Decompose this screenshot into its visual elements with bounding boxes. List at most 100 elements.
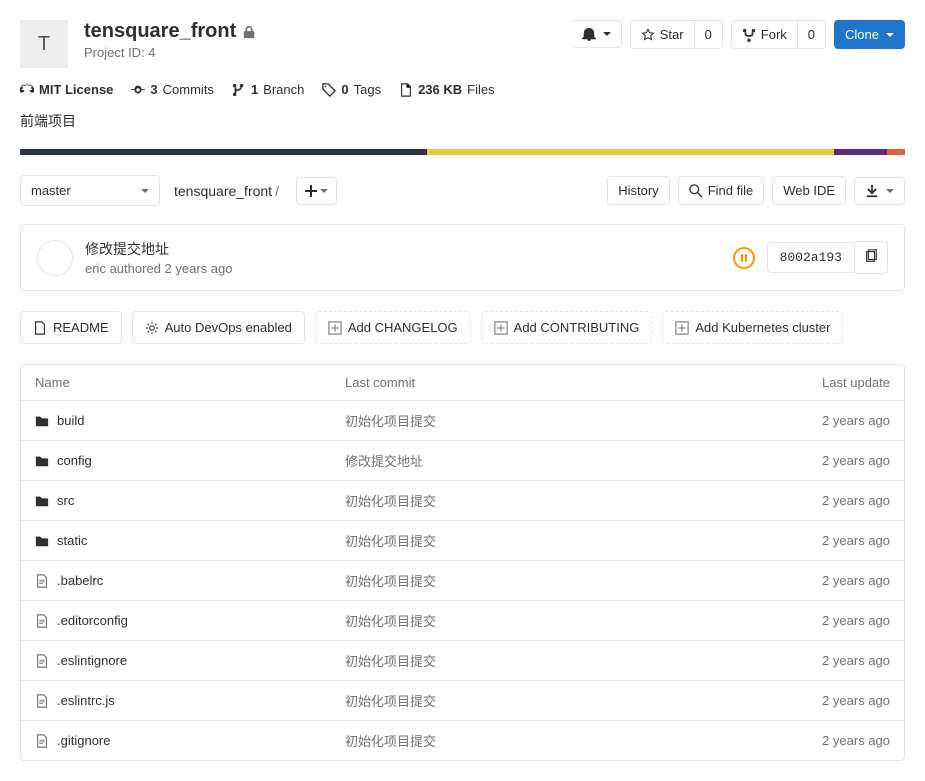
file-last-update: 2 years ago — [770, 693, 890, 708]
file-last-update: 2 years ago — [770, 653, 890, 668]
star-label: Star — [660, 27, 684, 42]
fork-button[interactable]: Fork — [731, 20, 798, 49]
commits-stat[interactable]: 3 Commits — [131, 82, 214, 97]
scale-icon — [20, 83, 34, 97]
file-last-update: 2 years ago — [770, 613, 890, 628]
license-stat[interactable]: MIT License — [20, 82, 113, 97]
file-last-update: 2 years ago — [770, 453, 890, 468]
table-row[interactable]: config 修改提交地址2 years ago — [21, 441, 904, 481]
file-last-commit[interactable]: 初始化项目提交 — [345, 651, 770, 670]
find-file-button[interactable]: Find file — [678, 176, 765, 205]
file-last-update: 2 years ago — [770, 573, 890, 588]
star-count[interactable]: 0 — [695, 20, 723, 49]
project-avatar: T — [20, 20, 68, 68]
plus-icon — [305, 185, 317, 197]
project-header: T tensquare_front Project ID: 4 Star — [20, 20, 905, 68]
auto-devops-button[interactable]: Auto DevOps enabled — [132, 311, 305, 344]
clone-label: Clone — [845, 27, 879, 42]
language-segment[interactable] — [427, 149, 834, 155]
commits-icon — [131, 83, 145, 97]
plus-square-icon — [675, 321, 689, 335]
language-segment[interactable] — [20, 149, 427, 155]
file-last-update: 2 years ago — [770, 413, 890, 428]
doc-icon — [33, 321, 47, 335]
table-row[interactable]: build 初始化项目提交2 years ago — [21, 401, 904, 441]
commit-title[interactable]: 修改提交地址 — [85, 239, 733, 259]
file-last-commit[interactable]: 修改提交地址 — [345, 451, 770, 470]
file-icon — [35, 574, 49, 588]
table-row[interactable]: src初始化项目提交2 years ago — [21, 481, 904, 521]
language-segment[interactable] — [834, 149, 887, 155]
star-button[interactable]: Star — [630, 20, 695, 49]
clone-button[interactable]: Clone — [834, 20, 905, 49]
commit-sha[interactable]: 8002a193 — [767, 242, 855, 273]
files-size-stat[interactable]: 236 KB Files — [399, 82, 495, 97]
download-icon — [865, 184, 879, 198]
language-bar[interactable] — [20, 149, 905, 155]
folder-icon — [35, 534, 49, 548]
star-icon — [641, 28, 655, 42]
file-last-commit[interactable]: 初始化项目提交 — [345, 691, 770, 710]
file-last-commit[interactable]: 初始化项目提交 — [345, 731, 770, 750]
file-name: .eslintignore — [57, 653, 127, 668]
file-icon — [35, 614, 49, 628]
last-commit: 修改提交地址 eric authored 2 years ago 8002a19… — [20, 224, 905, 291]
star-button-group: Star 0 — [630, 20, 723, 49]
table-row[interactable]: .editorconfig初始化项目提交2 years ago — [21, 601, 904, 641]
file-name: build — [57, 413, 84, 428]
language-segment[interactable] — [887, 149, 905, 155]
bell-icon — [582, 27, 596, 41]
breadcrumb[interactable]: tensquare_front/ — [168, 183, 288, 199]
commit-author-avatar[interactable] — [37, 240, 73, 276]
download-button[interactable] — [854, 177, 905, 205]
branch-selector[interactable]: master — [20, 175, 160, 206]
file-last-commit[interactable]: 初始化项目提交 — [345, 571, 770, 590]
commit-meta: eric authored 2 years ago — [85, 261, 733, 276]
project-title: tensquare_front — [84, 20, 236, 43]
table-row[interactable]: .gitignore初始化项目提交2 years ago — [21, 721, 904, 760]
pipeline-status-icon[interactable] — [733, 247, 755, 269]
file-last-commit[interactable]: 初始化项目提交 — [345, 531, 770, 550]
copy-sha-button[interactable] — [855, 241, 888, 274]
file-last-commit[interactable]: 初始化项目提交 — [345, 411, 770, 430]
notification-button[interactable] — [572, 20, 622, 48]
add-file-button[interactable] — [296, 177, 337, 205]
add-kubernetes-button[interactable]: Add Kubernetes cluster — [662, 311, 843, 344]
add-contributing-button[interactable]: Add CONTRIBUTING — [481, 311, 653, 344]
folder-icon — [35, 414, 49, 428]
table-header-update: Last update — [770, 375, 890, 390]
web-ide-button[interactable]: Web IDE — [772, 176, 846, 205]
branch-icon — [232, 83, 246, 97]
table-row[interactable]: .babelrc初始化项目提交2 years ago — [21, 561, 904, 601]
tag-icon — [322, 83, 336, 97]
branches-stat[interactable]: 1 Branch — [232, 82, 304, 97]
chevron-down-icon — [320, 187, 328, 195]
table-row[interactable]: static初始化项目提交2 years ago — [21, 521, 904, 561]
file-name: .eslintrc.js — [57, 693, 115, 708]
fork-button-group: Fork 0 — [731, 20, 826, 49]
table-header-commit: Last commit — [345, 375, 770, 390]
file-last-commit[interactable]: 初始化项目提交 — [345, 611, 770, 630]
file-icon — [35, 694, 49, 708]
readme-button[interactable]: README — [20, 311, 122, 344]
file-name: .gitignore — [57, 733, 110, 748]
chevron-down-icon — [141, 187, 149, 195]
add-changelog-button[interactable]: Add CHANGELOG — [315, 311, 471, 344]
quick-actions: README Auto DevOps enabled Add CHANGELOG… — [20, 311, 905, 344]
table-row[interactable]: .eslintignore 初始化项目提交2 years ago — [21, 641, 904, 681]
file-name: src — [57, 493, 74, 508]
search-icon — [689, 184, 703, 198]
file-icon — [35, 734, 49, 748]
chevron-down-icon — [603, 30, 611, 38]
table-row[interactable]: .eslintrc.js 初始化项目提交2 years ago — [21, 681, 904, 721]
file-icon — [35, 654, 49, 668]
project-stats: MIT License 3 Commits 1 Branch 0 Tags 23… — [20, 82, 905, 97]
chevron-down-icon — [886, 187, 894, 195]
history-button[interactable]: History — [607, 176, 669, 205]
gear-icon — [145, 321, 159, 335]
tags-stat[interactable]: 0 Tags — [322, 82, 381, 97]
fork-count[interactable]: 0 — [798, 20, 826, 49]
file-last-commit[interactable]: 初始化项目提交 — [345, 491, 770, 510]
file-name: config — [57, 453, 92, 468]
file-name: static — [57, 533, 87, 548]
